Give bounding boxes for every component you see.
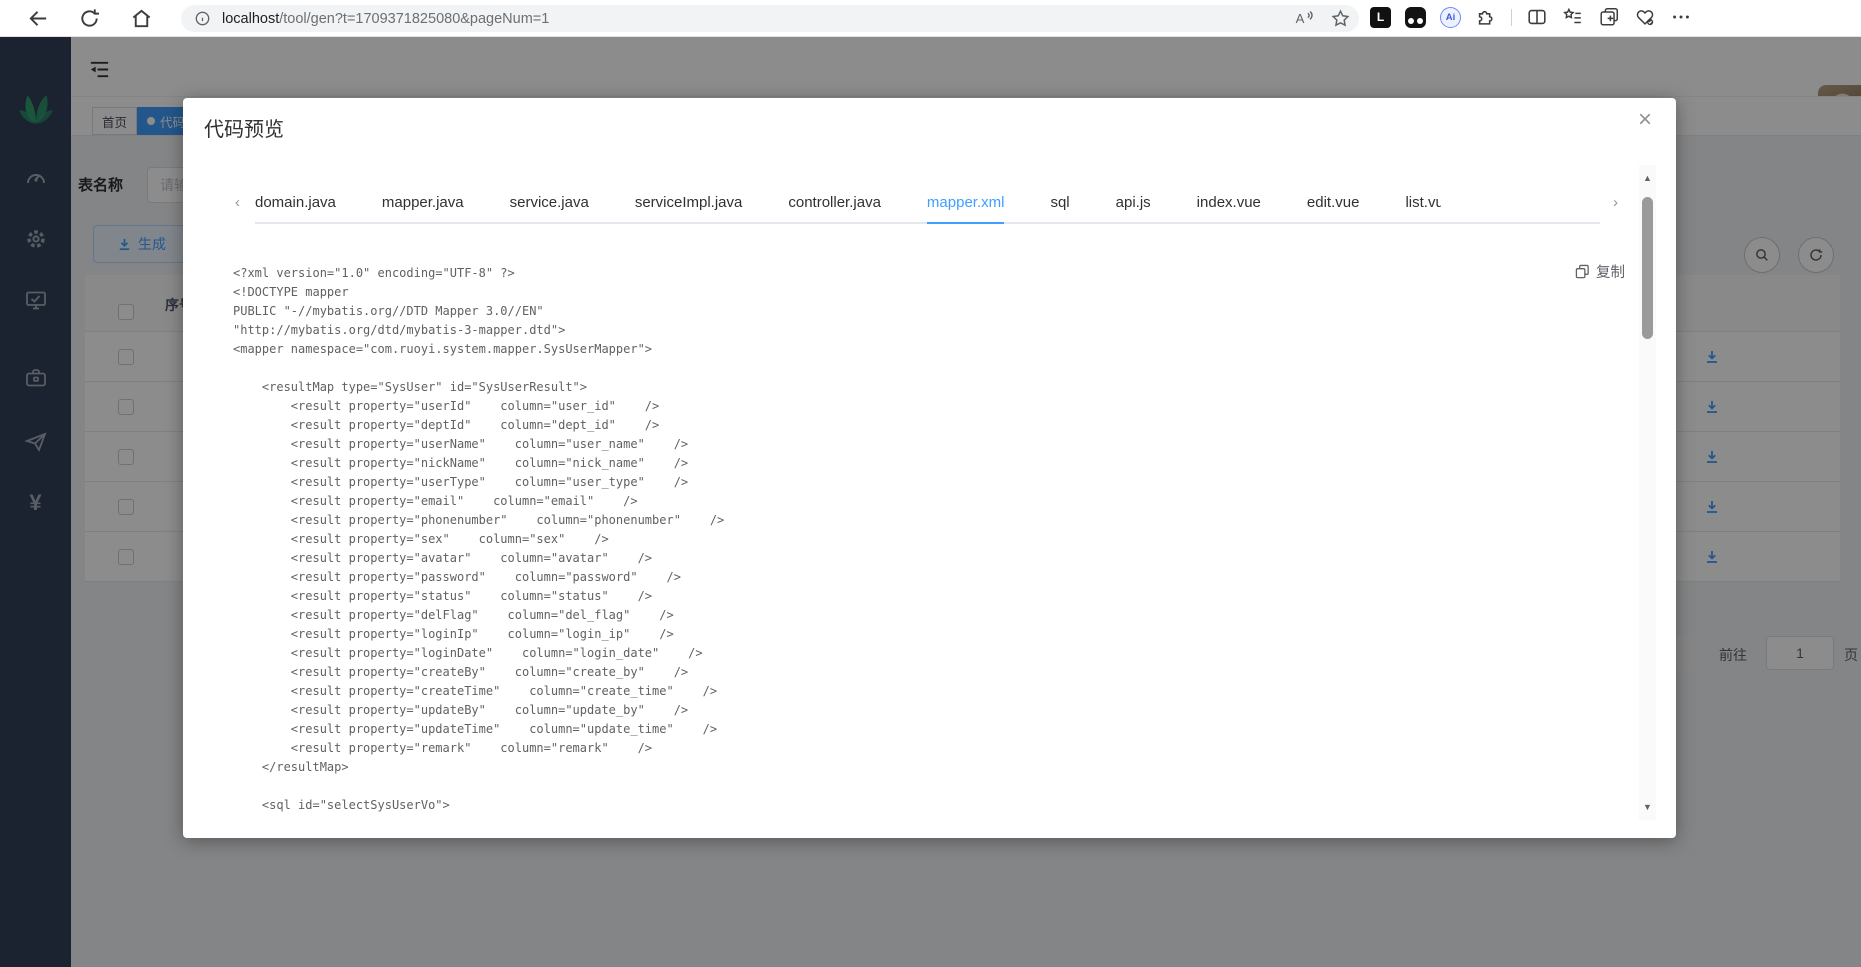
scrollbar-thumb[interactable] — [1642, 197, 1653, 339]
tab-list-vue[interactable]: list.vue — [1405, 184, 1441, 222]
collections-icon[interactable] — [1598, 6, 1620, 28]
favorite-star-icon[interactable] — [1330, 8, 1351, 29]
tab-api-js[interactable]: api.js — [1116, 184, 1151, 222]
screen: localhost/tool/gen?t=1709371825080&pageN… — [0, 0, 1861, 967]
tab-serviceimpl-java[interactable]: serviceImpl.java — [635, 184, 743, 222]
tab-domain-java[interactable]: domain.java — [255, 184, 336, 222]
tab-controller-java[interactable]: controller.java — [788, 184, 881, 222]
tabs-scroll-left-icon[interactable]: ‹ — [235, 195, 240, 210]
tab-service-java[interactable]: service.java — [510, 184, 589, 222]
copy-button[interactable]: 复制 — [1575, 261, 1625, 282]
address-bar[interactable]: localhost/tool/gen?t=1709371825080&pageN… — [181, 5, 1359, 32]
back-icon[interactable] — [27, 7, 50, 30]
code-preview-dialog: 代码预览 × ‹ › domain.java mapper.java servi… — [183, 98, 1676, 838]
extensions-puzzle-icon[interactable] — [1475, 6, 1497, 28]
scrollbar[interactable]: ▲ ▼ — [1639, 165, 1656, 820]
tab-mapper-xml[interactable]: mapper.xml — [926, 184, 1005, 224]
url-text[interactable]: localhost/tool/gen?t=1709371825080&pageN… — [222, 11, 549, 27]
scroll-down-icon[interactable]: ▼ — [1639, 802, 1656, 812]
scroll-up-icon[interactable]: ▲ — [1639, 173, 1656, 183]
site-info-icon[interactable] — [195, 11, 210, 26]
toolbar-divider — [1511, 8, 1512, 26]
tabs-scroll-right-icon[interactable]: › — [1613, 195, 1618, 210]
dialog-title: 代码预览 — [204, 119, 284, 141]
split-screen-icon[interactable] — [1526, 6, 1548, 28]
close-icon[interactable]: × — [1638, 108, 1652, 132]
extension-l-icon[interactable]: L — [1370, 6, 1391, 28]
favorites-bar-icon[interactable] — [1562, 6, 1584, 28]
extension-row: L Ai — [1370, 6, 1692, 28]
tab-edit-vue[interactable]: edit.vue — [1307, 184, 1360, 222]
tab-index-vue[interactable]: index.vue — [1197, 184, 1261, 222]
read-aloud-icon[interactable]: A — [1293, 8, 1314, 29]
refresh-icon[interactable] — [78, 7, 101, 30]
extension-ai-icon[interactable]: Ai — [1440, 6, 1461, 28]
home-icon[interactable] — [130, 7, 153, 30]
tab-mapper-java[interactable]: mapper.java — [382, 184, 464, 222]
file-tabs: domain.java mapper.java service.java ser… — [255, 184, 1600, 224]
code-viewer[interactable]: <?xml version="1.0" encoding="UTF-8" ?> … — [233, 264, 1556, 818]
svg-text:A: A — [1296, 11, 1305, 26]
url-host: localhost — [222, 10, 280, 27]
url-path: /tool/gen?t=1709371825080&pageNum=1 — [279, 10, 550, 27]
browser-toolbar: localhost/tool/gen?t=1709371825080&pageN… — [0, 0, 1861, 37]
extension-dots-icon[interactable] — [1405, 6, 1426, 28]
browser-essentials-icon[interactable] — [1634, 6, 1656, 28]
code-content: <?xml version="1.0" encoding="UTF-8" ?> … — [233, 266, 725, 812]
copy-icon — [1575, 264, 1589, 279]
tab-sql[interactable]: sql — [1050, 184, 1069, 222]
more-menu-icon[interactable] — [1670, 6, 1692, 28]
